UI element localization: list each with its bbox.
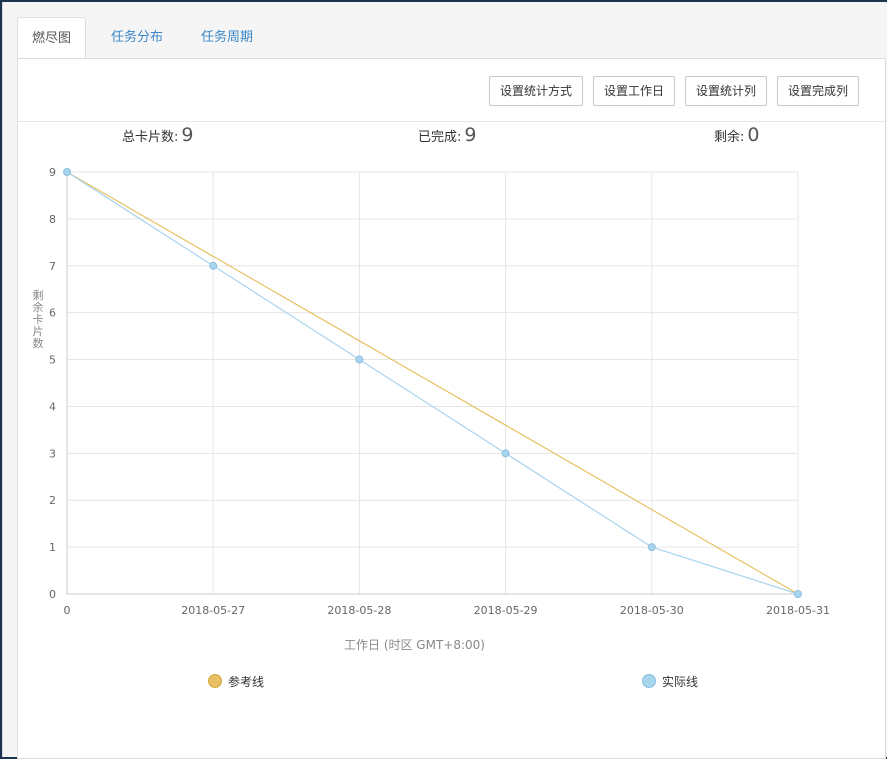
y-tick-label: 0 xyxy=(49,588,56,601)
tab-task-cycle[interactable]: 任务周期 xyxy=(201,17,253,59)
x-tick-label: 2018-05-31 xyxy=(766,604,830,617)
actual-data-point xyxy=(794,590,802,598)
y-tick-label: 8 xyxy=(49,213,56,226)
actual-data-point xyxy=(63,168,71,176)
reference-legend-marker xyxy=(208,674,222,688)
y-tick-label: 9 xyxy=(49,166,56,179)
y-tick-label: 4 xyxy=(49,400,56,413)
y-tick-label: 7 xyxy=(49,260,56,273)
y-axis-label: 剩余卡片数 xyxy=(33,289,44,350)
actual-data-point xyxy=(501,449,510,458)
legend-label-actual: 实际线 xyxy=(662,675,699,689)
x-tick-label: 2018-05-28 xyxy=(327,604,391,617)
chart-panel: 设置统计方式 设置工作日 设置统计列 设置完成列 总卡片数: 9 已完成: 9 剩余… xyxy=(17,58,886,759)
x-tick-label: 2018-05-27 xyxy=(181,604,245,617)
reference-line xyxy=(66,171,799,595)
x-tick-label: 0 xyxy=(64,604,71,617)
y-tick-label: 5 xyxy=(49,354,56,367)
x-tick-label: 2018-05-29 xyxy=(474,604,538,617)
actual-data-point xyxy=(647,543,656,552)
y-tick-label: 1 xyxy=(49,541,56,554)
actual-legend-marker xyxy=(642,674,656,688)
tab-task-distribution[interactable]: 任务分布 xyxy=(111,17,163,59)
legend-item-reference[interactable]: 参考线 xyxy=(208,673,264,690)
panel: 燃尽图 任务分布 任务周期 设置统计方式 设置工作日 设置统计列 设置完成列 总… xyxy=(2,2,887,759)
x-axis-label: 工作日 (时区 GMT+8:00) xyxy=(344,638,485,652)
y-tick-label: 3 xyxy=(49,447,56,460)
actual-data-point xyxy=(355,355,364,364)
tab-burndown[interactable]: 燃尽图 xyxy=(17,17,87,60)
x-tick-label: 2018-05-30 xyxy=(620,604,684,617)
y-tick-label: 2 xyxy=(49,494,56,507)
y-tick-label: 6 xyxy=(49,307,56,320)
burndown-chart: 0 1 2 3 4 5 6 7 8 9 0 2018-05-27 2018-05-28 2018-05-2… xyxy=(33,166,830,652)
legend-item-actual[interactable]: 实际线 xyxy=(642,673,698,690)
legend-label-reference: 参考线 xyxy=(228,675,265,689)
actual-data-point xyxy=(209,261,218,270)
